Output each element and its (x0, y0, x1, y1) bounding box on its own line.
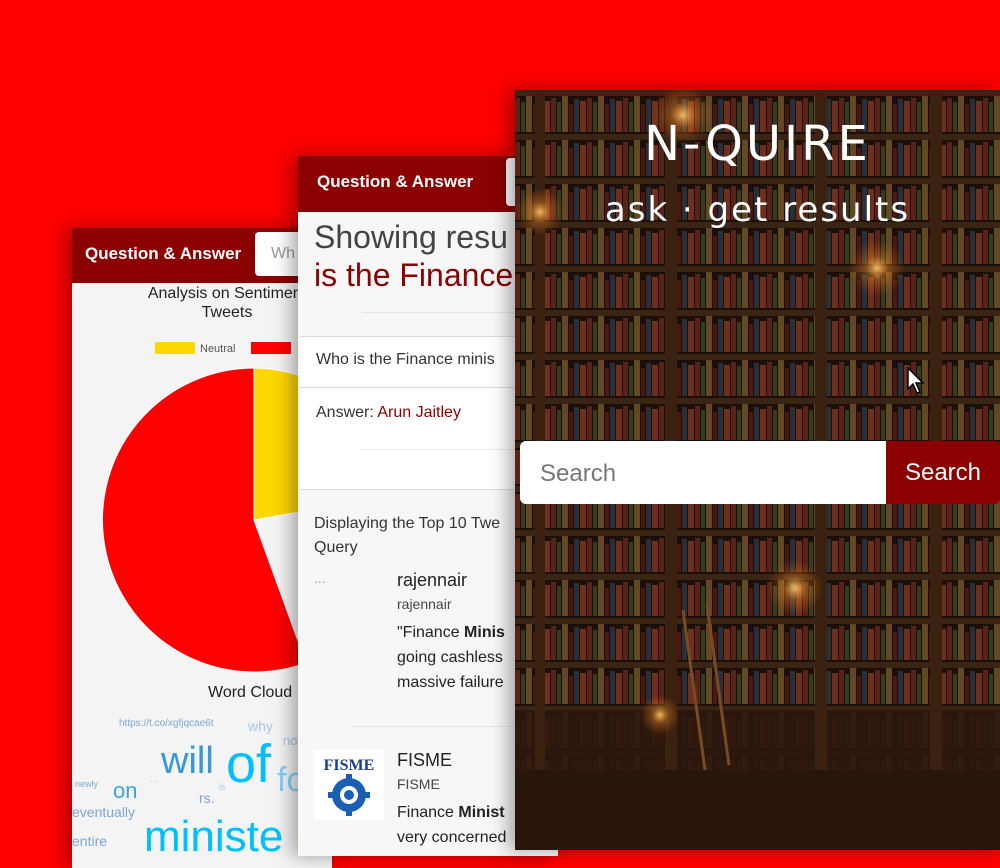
word-cloud-word: rs. (199, 790, 215, 806)
word-cloud-word: https://t.co/xgfjqcae6t (119, 718, 214, 729)
legend-label-neutral: Neutral (200, 343, 236, 355)
tweet-text: Finance Minist very concerned (397, 804, 507, 846)
tweet-text: "Finance Minis going cashless massive fa… (397, 624, 505, 691)
search-input[interactable]: Search (520, 441, 887, 504)
legend-swatch-neutral (155, 342, 195, 354)
fisme-logo-graphic: FISME (324, 757, 375, 816)
word-cloud-word: on (113, 778, 138, 803)
chart-legend: Neutral (155, 342, 296, 355)
brand-title[interactable]: Question & Answer (85, 244, 241, 264)
svg-text:FISME: FISME (324, 757, 375, 774)
word-cloud-word: ... (150, 774, 158, 784)
word-cloud-word: of (226, 734, 272, 794)
legend-swatch-negative (250, 342, 291, 354)
word-cloud-title: Word Cloud (208, 684, 293, 701)
word-cloud-word: newly (75, 779, 99, 789)
app-tagline: ask · get results (604, 190, 911, 230)
word-cloud-word: will (161, 740, 214, 782)
word-cloud-word: entire (72, 833, 108, 849)
app-logo: N-QUIRE (644, 116, 871, 172)
word-cloud-word: ministe (144, 812, 284, 861)
tweet-avatar-placeholder: ... (314, 570, 326, 586)
word-cloud-word: eventually (72, 804, 136, 820)
tweet-author-name[interactable]: rajennair (397, 570, 467, 591)
search-placeholder: Search (540, 460, 617, 487)
tweet-author-handle: rajennair (397, 596, 452, 612)
nquire-home-panel: N-QUIRE ask · get results Search Search (515, 90, 1000, 850)
brand-title[interactable]: Question & Answer (317, 172, 473, 192)
word-cloud-word: no (283, 733, 298, 748)
question-text: Who is the Finance minis (316, 351, 495, 368)
tweet-author-name[interactable]: FISME (397, 750, 452, 771)
sentiment-panel: Question & Answer Wh Analysis on Sentime… (72, 228, 332, 868)
mouse-cursor-icon (907, 367, 925, 394)
word-cloud-word: is (219, 782, 226, 792)
answer-value: Arun Jaitley (377, 404, 461, 421)
word-cloud-word: why (248, 718, 273, 734)
results-heading: Showing resu is the Finance (314, 219, 514, 293)
navbar: Question & Answer Wh (72, 228, 332, 283)
answer-text: Answer: Arun Jaitley (316, 404, 461, 421)
fisme-logo: FISME (314, 750, 384, 820)
tweet-author-handle: FISME (397, 776, 440, 792)
search-button[interactable]: Search (886, 441, 1000, 504)
